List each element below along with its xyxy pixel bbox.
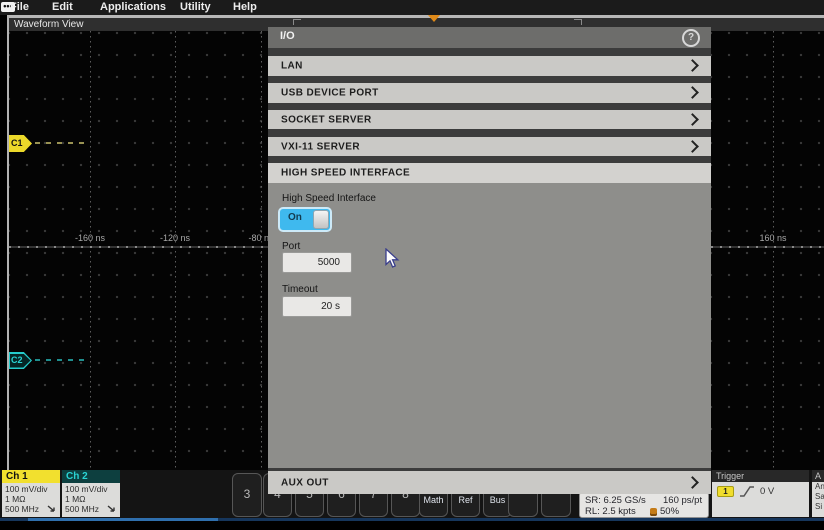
channel-marker-c1[interactable]: C1 xyxy=(8,135,32,152)
menu-item-edit[interactable]: Edit xyxy=(52,1,73,14)
dialog-row-socket-server[interactable]: SOCKET SERVER xyxy=(268,110,711,129)
trigger-badge[interactable]: Trigger 1 0 V xyxy=(712,470,809,517)
menu-bar: ••• File Edit Applications Utility Help xyxy=(0,0,824,15)
chevron-right-icon xyxy=(686,113,699,126)
menu-item-file[interactable]: File xyxy=(10,1,29,14)
menu-item-utility[interactable]: Utility xyxy=(180,1,211,14)
record-length: RL: 2.5 kpts xyxy=(585,506,636,517)
gridline xyxy=(261,31,262,470)
chevron-right-icon xyxy=(686,476,699,489)
dialog-row-aux-out[interactable]: AUX OUT xyxy=(268,471,711,494)
axis-tick-label: -120 ns xyxy=(160,233,190,243)
io-dialog: I/O ? LAN USB DEVICE PORT SOCKET SERVER … xyxy=(268,27,711,494)
horizontal-scrollbar-thumb[interactable] xyxy=(28,518,218,521)
port-label: Port xyxy=(282,241,300,252)
timeout-label: Timeout xyxy=(282,284,318,295)
dialog-row-lan[interactable]: LAN xyxy=(268,56,711,76)
trigger-title: Trigger xyxy=(712,470,809,482)
axis-tick-label: 160 ns xyxy=(759,233,786,243)
dialog-row-high-speed-interface[interactable]: HIGH SPEED INTERFACE xyxy=(268,163,711,183)
dialog-row-vxi-11-server[interactable]: VXI-11 SERVER xyxy=(268,137,711,156)
toggle-state-label: On xyxy=(288,212,302,223)
expansion-bracket-left xyxy=(293,19,301,25)
probe-icon xyxy=(47,505,57,514)
trigger-level: 0 V xyxy=(760,486,774,497)
sample-rate: SR: 6.25 GS/s xyxy=(585,495,646,506)
resolution: 160 ps/pt xyxy=(663,495,702,506)
gridline xyxy=(90,31,91,470)
position-percent: 50% xyxy=(660,506,679,517)
menu-item-applications[interactable]: Applications xyxy=(100,1,166,14)
channel-button-3[interactable]: 3 xyxy=(232,473,262,517)
dialog-row-usb-device-port[interactable]: USB DEVICE PORT xyxy=(268,83,711,103)
trigger-source-badge: 1 xyxy=(717,486,734,497)
chevron-right-icon xyxy=(686,59,699,72)
axis-tick-label: -160 ns xyxy=(75,233,105,243)
high-speed-interface-toggle[interactable]: On xyxy=(278,207,332,232)
toggle-label: High Speed Interface xyxy=(282,193,376,204)
rising-edge-icon xyxy=(739,485,756,498)
dialog-title: I/O xyxy=(280,30,295,42)
horizontal-position-icon xyxy=(650,508,657,516)
acquisition-status-badge[interactable]: SR: 6.25 GS/s RL: 2.5 kpts 160 ps/pt 50% xyxy=(579,492,709,518)
waveform-view-tab[interactable]: Waveform View xyxy=(14,18,83,31)
channel-badge-ch1[interactable]: Ch 1 100 mV/div 1 MΩ 500 MHz xyxy=(2,470,60,517)
channel-marker-c2[interactable]: C2 xyxy=(8,352,32,369)
clipped-panel: A An Sa Si xyxy=(812,470,824,517)
mouse-cursor xyxy=(385,248,400,274)
oscilloscope-screen: ••• File Edit Applications Utility Help … xyxy=(0,0,824,530)
toggle-knob xyxy=(313,210,329,229)
menu-item-help[interactable]: Help xyxy=(233,1,257,14)
port-input[interactable]: 5000 xyxy=(282,252,352,273)
chevron-right-icon xyxy=(686,140,699,153)
trigger-position-indicator[interactable] xyxy=(428,15,440,22)
expansion-bracket-right xyxy=(574,19,582,25)
probe-icon xyxy=(107,505,117,514)
timeout-input[interactable]: 20 s xyxy=(282,296,352,317)
io-dialog-header: I/O ? xyxy=(268,27,711,48)
gridline xyxy=(773,31,774,470)
chevron-right-icon xyxy=(686,86,699,99)
gridline xyxy=(175,31,176,470)
high-speed-interface-panel: High Speed Interface On Port 5000 Timeou… xyxy=(268,183,711,468)
c1-level-dashes xyxy=(35,142,85,144)
help-icon[interactable]: ? xyxy=(682,29,700,47)
c2-level-dashes xyxy=(35,359,85,361)
channel-badge-ch2[interactable]: Ch 2 100 mV/div 1 MΩ 500 MHz xyxy=(62,470,120,517)
waveform-left-edge xyxy=(7,15,9,470)
